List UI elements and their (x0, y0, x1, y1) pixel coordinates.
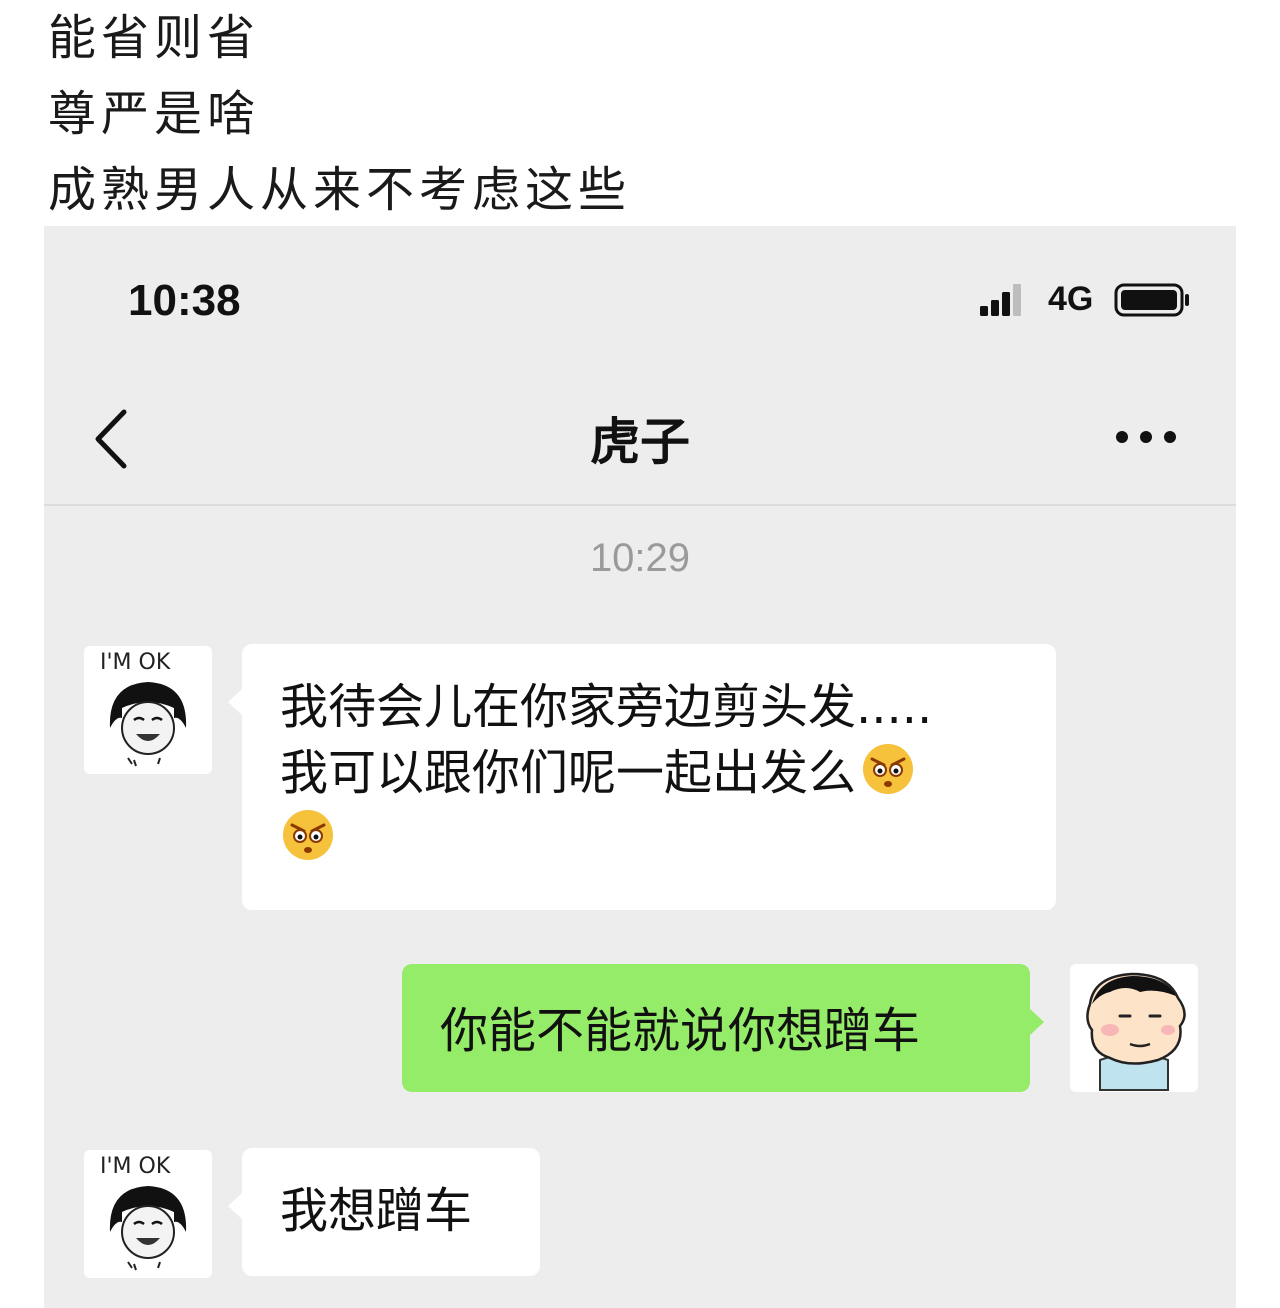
message-text: 我可以跟你们呢一起出发么 (280, 745, 857, 801)
status-time: 10:38 (128, 276, 241, 325)
chat-header: 虎子 (44, 376, 1236, 506)
message-bubble-incoming[interactable]: 我待会儿在你家旁边剪头发..... 我可以跟你们呢一起出发么 (228, 644, 1056, 910)
avatar[interactable]: I'M OK (84, 646, 212, 774)
avatar[interactable] (1070, 964, 1198, 1092)
battery-icon (1114, 283, 1189, 317)
signal-icon (980, 284, 1021, 316)
message-text: 我待会儿在你家旁边剪头发..... (280, 679, 933, 735)
meme-face-icon (109, 682, 187, 767)
caption: 能省则省 尊严是啥 成熟男人从来不考虑这些 (48, 0, 631, 228)
avatar[interactable]: I'M OK (84, 1150, 212, 1278)
angry-face-icon (863, 744, 914, 794)
message-bubble-incoming[interactable]: 我想蹭车 (228, 1148, 540, 1276)
more-dots-icon[interactable] (1106, 424, 1186, 450)
caption-line: 尊严是啥 (48, 86, 261, 142)
angry-face-icon (283, 810, 333, 860)
message-text: 我想蹭车 (280, 1183, 473, 1239)
message-bubble-outgoing[interactable]: 你能不能就说你想蹭车 (402, 964, 1044, 1092)
caption-line: 成熟男人从来不考虑这些 (48, 162, 632, 218)
network-type: 4G (1048, 280, 1094, 318)
meme-face-icon (109, 1186, 187, 1271)
status-bar: 10:38 4G (44, 226, 1236, 376)
caption-line: 能省则省 (48, 10, 261, 66)
cartoon-boy-icon (1086, 972, 1186, 1091)
message-text: 你能不能就说你想蹭车 (440, 1003, 921, 1059)
phone-screen: 10:38 4G 虎子 10:29 I'M OK 我待会儿在你家旁边剪头发...… (44, 226, 1236, 1308)
message-timestamp: 10:29 (589, 536, 691, 580)
chat-title: 虎子 (590, 413, 690, 471)
